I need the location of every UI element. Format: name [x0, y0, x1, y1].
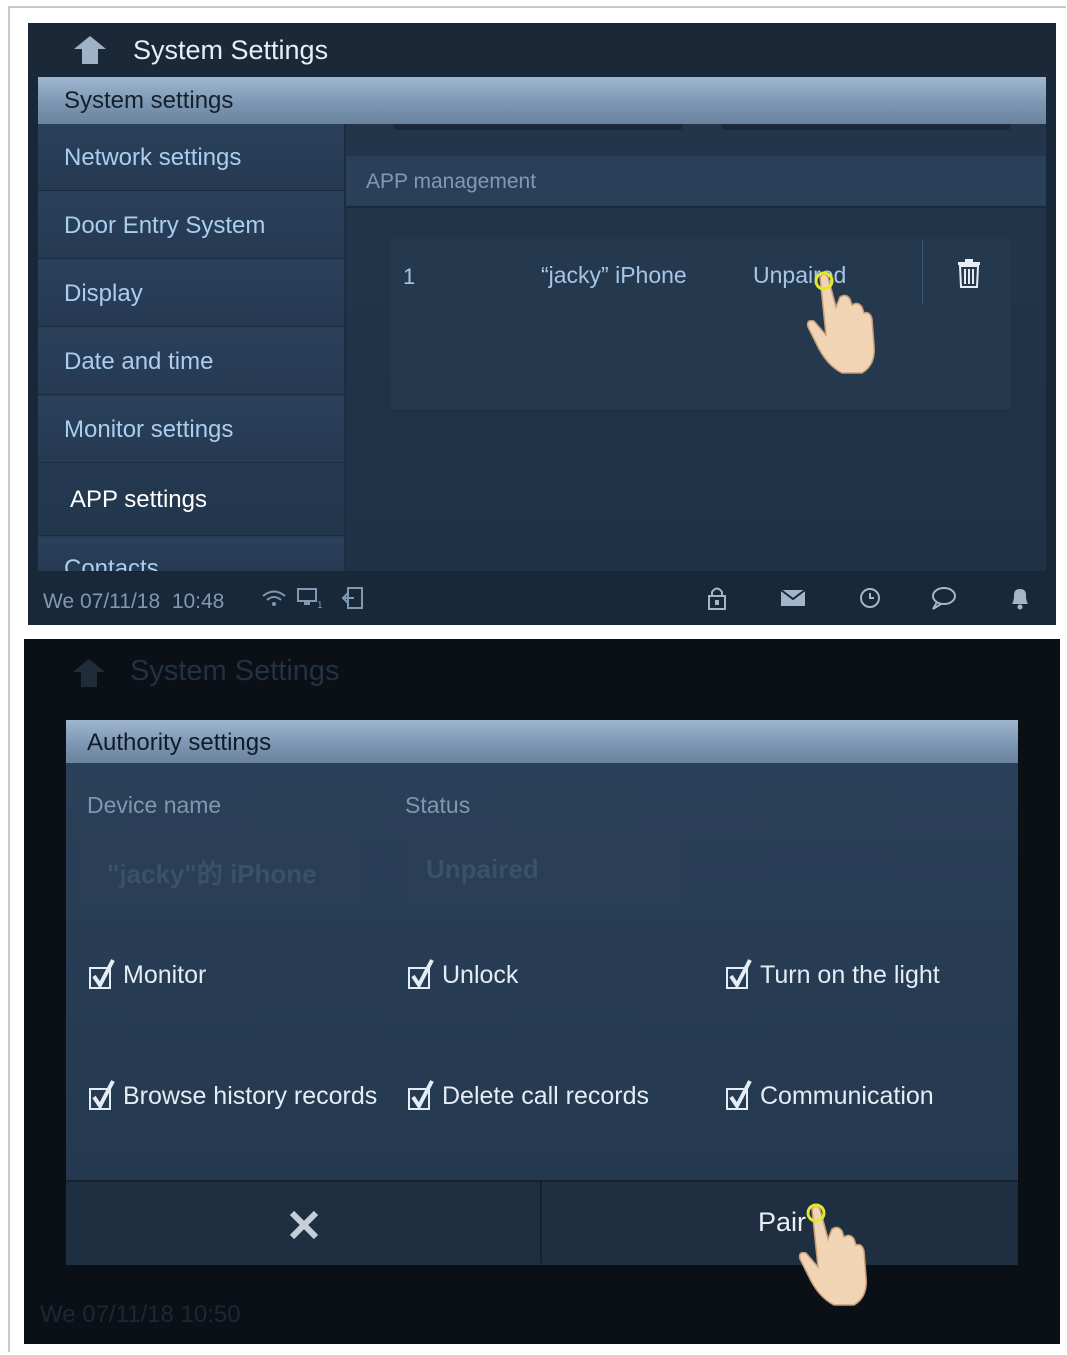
- background-title: System Settings: [130, 655, 340, 687]
- status-datetime: We 07/11/18 10:48: [43, 590, 224, 614]
- wifi-icon: [262, 590, 286, 606]
- checkbox-checked-icon[interactable]: [89, 958, 115, 990]
- monitor-icon: 1: [297, 588, 323, 611]
- app-management-content: APP management 1 “jacky” iPhone Unpaired: [346, 124, 1046, 571]
- authority-dialog: Authority settings Device name Status "j…: [66, 720, 1018, 1265]
- scroll-indicator: [721, 124, 1011, 130]
- checkbox-checked-icon[interactable]: [726, 958, 752, 990]
- touch-hand-icon: [798, 1203, 867, 1306]
- dialog-header: Authority settings: [66, 720, 1018, 763]
- menu-item-monitor-settings[interactable]: Monitor settings: [38, 396, 344, 463]
- menu-item-contacts[interactable]: Contacts: [38, 537, 344, 582]
- scroll-indicator: [393, 124, 683, 130]
- permission-label: Monitor: [123, 961, 207, 989]
- permission-label: Delete call records: [442, 1082, 650, 1110]
- permission-label: Turn on the light: [760, 961, 940, 989]
- checkbox-checked-icon[interactable]: [408, 958, 434, 990]
- menu-item-date-and-time[interactable]: Date and time: [38, 328, 344, 395]
- permission-label: Unlock: [442, 961, 519, 989]
- back-arrow-icon: [73, 659, 105, 687]
- device-list: [391, 239, 1011, 409]
- svg-text:1: 1: [317, 601, 323, 611]
- menu-item-label: Display: [64, 280, 143, 307]
- checkbox-checked-icon[interactable]: [726, 1079, 752, 1111]
- title-bar: System Settings: [28, 23, 1056, 77]
- status-label: Status: [405, 792, 471, 818]
- menu-item-door-entry-system[interactable]: Door Entry System: [38, 192, 344, 259]
- settings-panel: System settings Network settings Door En…: [38, 77, 1046, 582]
- section-header-label: System settings: [64, 87, 234, 114]
- menu-item-label: Door Entry System: [64, 212, 266, 239]
- permission-label: Communication: [760, 1082, 934, 1110]
- checkbox-checked-icon[interactable]: [89, 1079, 115, 1111]
- status-bar: We 07/11/18 10:48 1: [28, 571, 1056, 625]
- menu-item-app-settings[interactable]: APP settings: [38, 464, 344, 536]
- lock-icon[interactable]: [703, 584, 731, 612]
- authority-settings-screen: System Settings We 07/11/18 10:50 Author…: [24, 639, 1060, 1344]
- checkbox-checked-icon[interactable]: [408, 1079, 434, 1111]
- status-date: We 07/11/18: [43, 590, 161, 613]
- device-name-label: Device name: [87, 792, 222, 818]
- system-settings-screen: System Settings System settings Network …: [28, 23, 1056, 625]
- menu-item-label: APP settings: [70, 486, 207, 513]
- dialog-title: Authority settings: [87, 729, 272, 756]
- bell-icon[interactable]: [1006, 584, 1034, 612]
- device-row-name: “jacky” iPhone: [541, 262, 687, 288]
- close-icon[interactable]: [288, 1209, 320, 1241]
- page-title: System Settings: [133, 35, 329, 65]
- menu-item-label: Monitor settings: [64, 416, 234, 443]
- menu-item-display[interactable]: Display: [38, 260, 344, 327]
- status-value: Unpaired: [426, 854, 539, 884]
- status-time: 10:48: [171, 590, 225, 613]
- settings-menu: Network settings Door Entry System Displ…: [38, 124, 344, 582]
- footer-separator: [540, 1180, 542, 1263]
- chat-icon[interactable]: [929, 584, 957, 612]
- app-management-header: APP management: [346, 156, 1046, 208]
- menu-item-label: Network settings: [64, 144, 242, 171]
- menu-item-network-settings[interactable]: Network settings: [38, 124, 344, 191]
- mail-icon[interactable]: [779, 584, 807, 612]
- device-name-value: "jacky"的 iPhone: [107, 859, 317, 889]
- menu-item-label: Date and time: [64, 348, 214, 375]
- section-header: System settings: [38, 77, 1046, 124]
- row-separator: [922, 241, 923, 305]
- background-status: We 07/11/18 10:50: [40, 1301, 241, 1328]
- trash-icon[interactable]: [956, 258, 982, 288]
- permission-label: Browse history records: [123, 1082, 378, 1110]
- app-management-label: APP management: [366, 170, 537, 193]
- history-icon[interactable]: [856, 584, 884, 612]
- back-arrow-icon[interactable]: [68, 33, 112, 67]
- exit-icon: [341, 587, 363, 609]
- device-row-index: 1: [403, 264, 416, 289]
- touch-hand-icon: [806, 271, 875, 374]
